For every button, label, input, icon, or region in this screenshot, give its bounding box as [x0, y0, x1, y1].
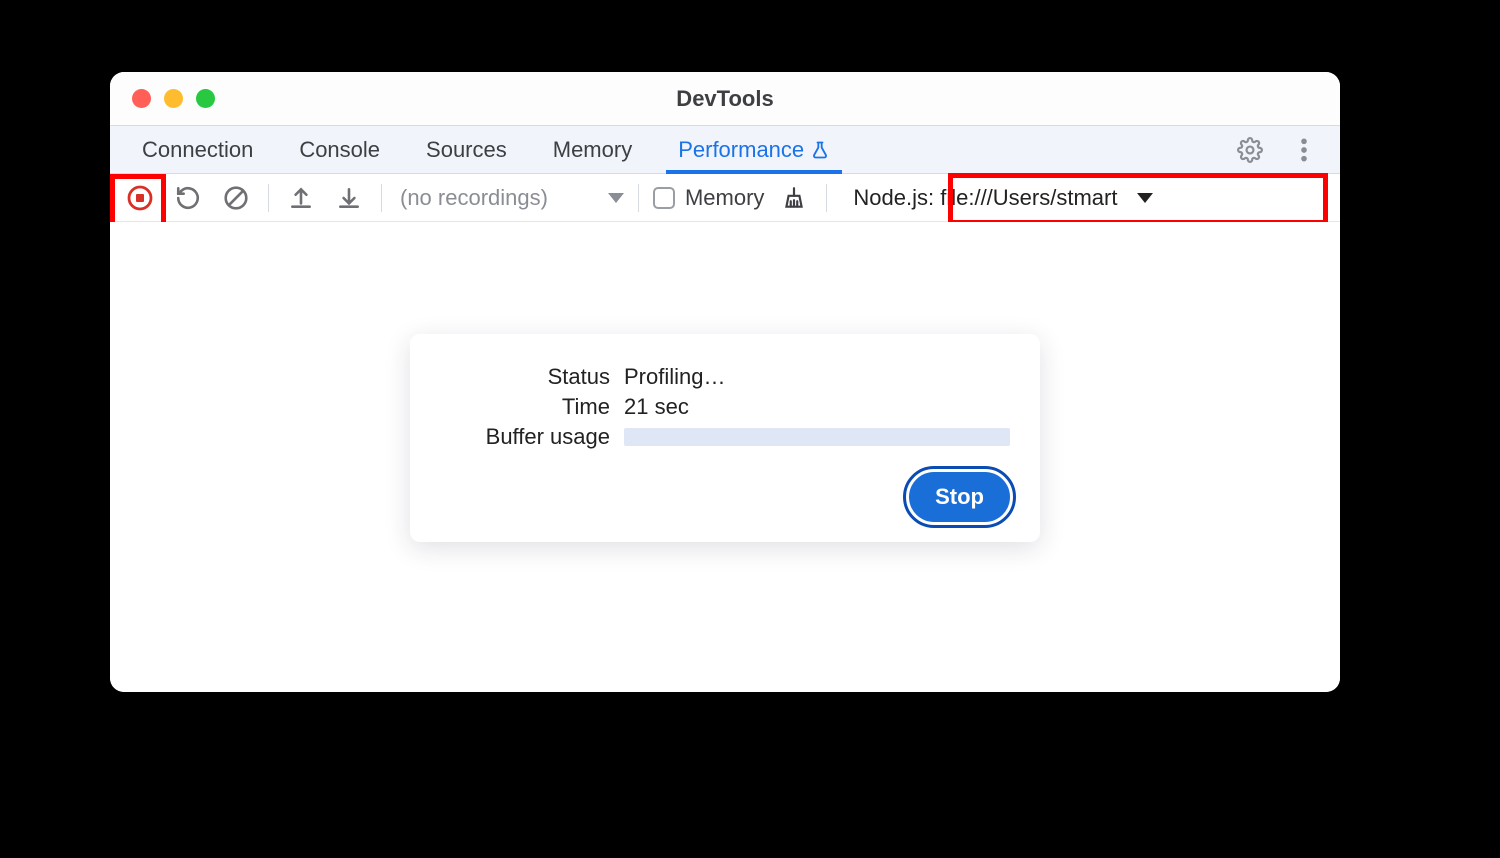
reload-button[interactable]	[170, 180, 206, 216]
main-tabs: Connection Console Sources Memory Perfor…	[110, 126, 1340, 174]
memory-checkbox[interactable]	[653, 187, 675, 209]
close-window-button[interactable]	[132, 89, 151, 108]
window-controls	[110, 89, 215, 108]
clear-icon	[223, 185, 249, 211]
upload-icon	[288, 185, 314, 211]
download-button[interactable]	[331, 180, 367, 216]
status-row: Status Profiling…	[440, 364, 1010, 390]
stop-button-label: Stop	[935, 484, 984, 509]
recordings-dropdown[interactable]: (no recordings)	[396, 185, 624, 211]
more-button[interactable]	[1286, 132, 1322, 168]
devtools-window: DevTools Connection Console Sources Memo…	[110, 72, 1340, 692]
time-row: Time 21 sec	[440, 394, 1010, 420]
memory-label: Memory	[685, 185, 764, 211]
reload-icon	[175, 185, 201, 211]
tab-memory[interactable]: Memory	[539, 126, 646, 173]
broom-icon	[781, 185, 807, 211]
tab-connection[interactable]: Connection	[128, 126, 267, 173]
garbage-collect-button[interactable]	[776, 180, 812, 216]
chevron-down-icon	[608, 193, 624, 203]
time-label: Time	[440, 394, 610, 420]
window-title: DevTools	[676, 86, 773, 112]
buffer-row: Buffer usage	[440, 424, 1010, 450]
divider	[826, 184, 827, 212]
tab-label: Sources	[426, 137, 507, 163]
tab-label: Performance	[678, 137, 804, 163]
clear-button[interactable]	[218, 180, 254, 216]
maximize-window-button[interactable]	[196, 89, 215, 108]
titlebar: DevTools	[110, 72, 1340, 126]
annotation-highlight-target	[948, 173, 1328, 225]
time-value: 21 sec	[624, 394, 689, 420]
upload-button[interactable]	[283, 180, 319, 216]
download-icon	[336, 185, 362, 211]
divider	[638, 184, 639, 212]
annotation-highlight-record	[110, 174, 166, 228]
tab-performance[interactable]: Performance	[664, 126, 844, 173]
performance-toolbar: (no recordings) Memory Node.js: file:///…	[110, 174, 1340, 222]
tab-label: Connection	[142, 137, 253, 163]
tab-label: Memory	[553, 137, 632, 163]
buffer-usage-bar	[624, 428, 1010, 446]
kebab-icon	[1300, 137, 1308, 163]
buffer-label: Buffer usage	[440, 424, 610, 450]
tab-console[interactable]: Console	[285, 126, 394, 173]
status-label: Status	[440, 364, 610, 390]
tab-label: Console	[299, 137, 380, 163]
gear-icon	[1237, 137, 1263, 163]
profiling-panel: Status Profiling… Time 21 sec Buffer usa…	[410, 334, 1040, 542]
recordings-label: (no recordings)	[400, 185, 548, 211]
divider	[381, 184, 382, 212]
stop-button[interactable]: Stop	[909, 472, 1010, 522]
experiment-icon	[810, 140, 830, 160]
minimize-window-button[interactable]	[164, 89, 183, 108]
settings-button[interactable]	[1232, 132, 1268, 168]
tab-sources[interactable]: Sources	[412, 126, 521, 173]
performance-content: Status Profiling… Time 21 sec Buffer usa…	[110, 222, 1340, 692]
memory-toggle-group: Memory	[653, 185, 764, 211]
divider	[268, 184, 269, 212]
status-value: Profiling…	[624, 364, 725, 390]
